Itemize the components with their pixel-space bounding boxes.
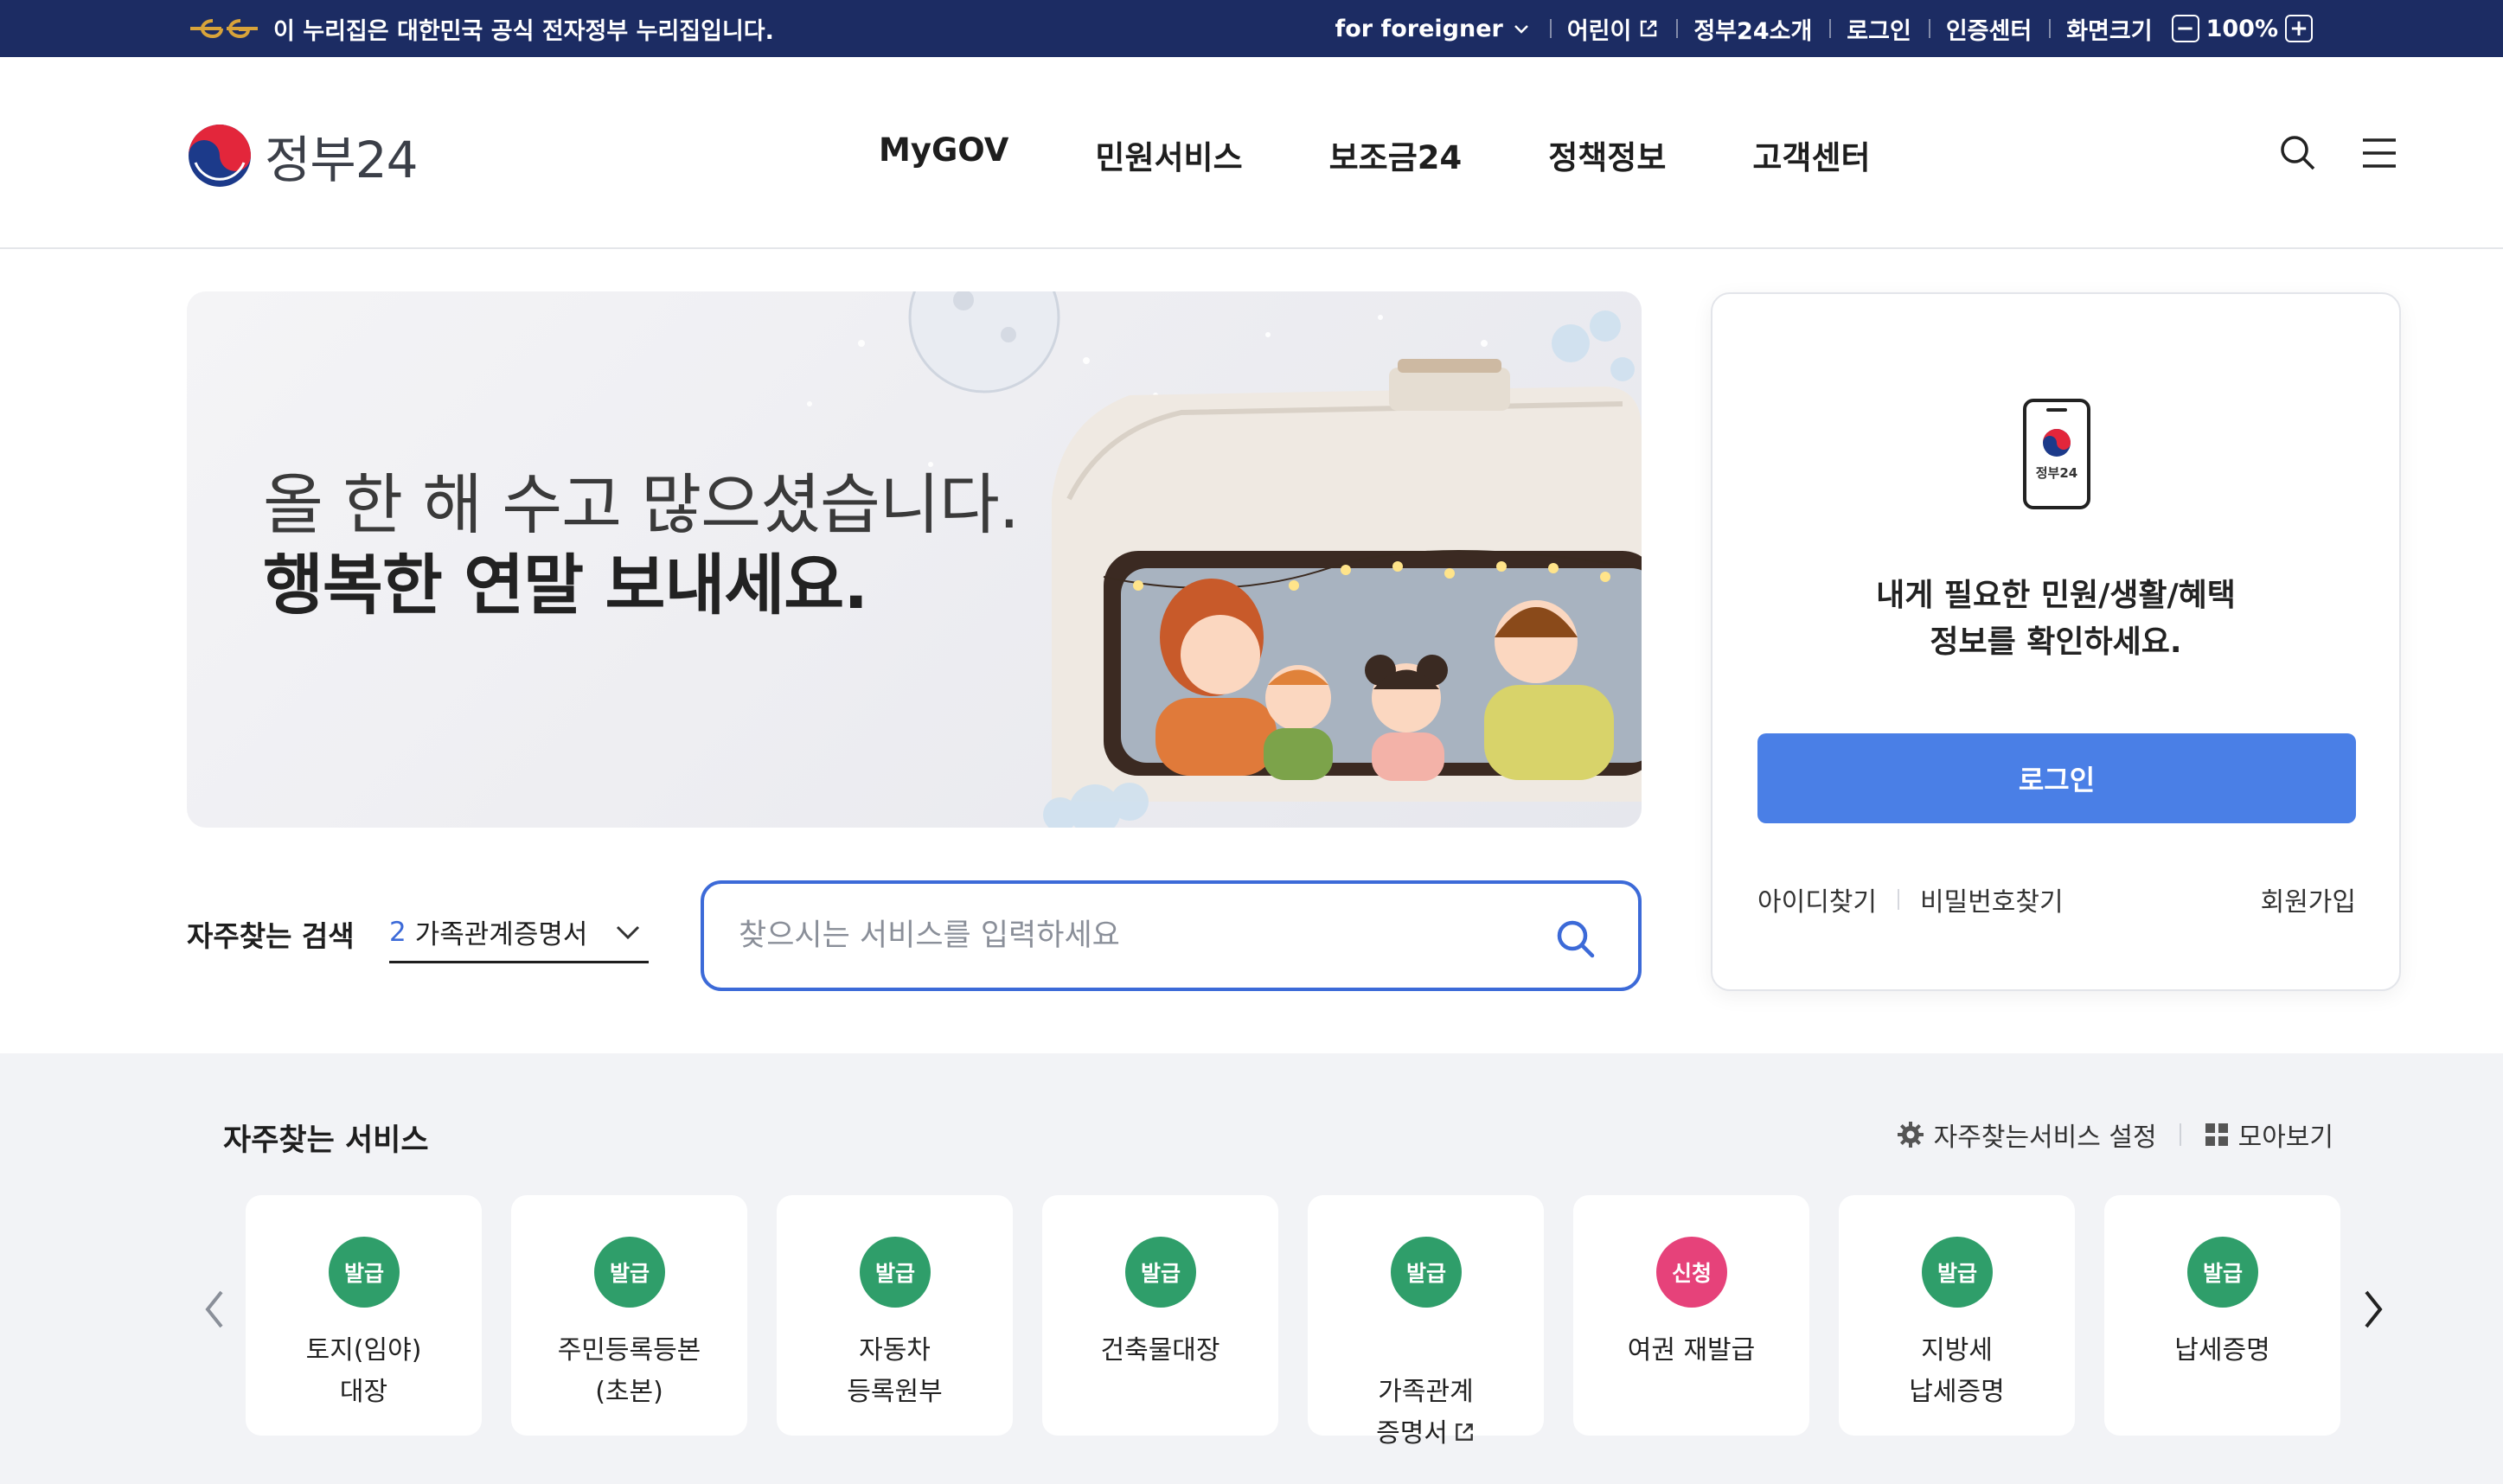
service-label: 주민등록등본 (초본) [557, 1335, 701, 1407]
hero-banner[interactable]: 올 한 해 수고 많으셨습니다. 행복한 연말 보내세요. [187, 291, 1642, 828]
chevron-right-icon [2365, 1290, 2383, 1328]
service-card[interactable]: 발급 지방세 납세증명 [1839, 1195, 2075, 1436]
screen-size-control: 화면크기 − 100% + [2049, 12, 2313, 46]
service-card[interactable]: 발급 주민등록등본 (초본) [511, 1195, 747, 1436]
service-label: 납세증명 [2174, 1335, 2270, 1366]
service-badge: 신청 [1656, 1237, 1727, 1308]
egov-logo-icon [190, 19, 258, 39]
service-card[interactable]: 발급 건축물대장 [1042, 1195, 1278, 1436]
nav-customer-center[interactable]: 고객센터 [1752, 131, 1870, 178]
login-message: 내게 필요한 민원/생활/혜택 정보를 확인하세요. [1712, 572, 2399, 666]
grid-icon [2205, 1123, 2228, 1146]
service-label: 지방세 납세증명 [1909, 1335, 2005, 1407]
service-label: 건축물대장 [1100, 1335, 1220, 1366]
divider [2179, 1123, 2181, 1146]
nav-subsidy24[interactable]: 보조금24 [1329, 131, 1463, 178]
header-search-button[interactable] [2275, 130, 2321, 176]
site-header: 정부24 MyGOV 민원서비스 보조금24 정책정보 고객센터 [0, 57, 2503, 249]
service-badge: 발급 [1391, 1237, 1462, 1308]
service-card-list: 발급 토지(임야) 대장 발급 주민등록등본 (초본) 발급 자동차 등록원부 … [246, 1195, 2340, 1449]
kids-label: 어린이 [1566, 17, 1632, 45]
screen-size-label: 화면크기 [2066, 17, 2153, 45]
about-gov24-link[interactable]: 정부24소개 [1676, 12, 1829, 46]
gov24-logo[interactable]: 정부24 [187, 119, 419, 192]
zoom-value: 100% [2205, 15, 2278, 42]
nav-policy-info[interactable]: 정책정보 [1548, 131, 1666, 178]
service-badge: 발급 [329, 1237, 400, 1308]
top-login-label: 로그인 [1847, 17, 1911, 45]
cert-center-label: 인증센터 [1945, 17, 2032, 45]
view-all-label: 모아보기 [2237, 1123, 2333, 1153]
service-label-wrap: 가족관계 증명서 [1308, 1330, 1544, 1455]
cert-center-link[interactable]: 인증센터 [1928, 12, 2049, 46]
settings-label: 자주찾는서비스 설정 [1933, 1123, 2157, 1153]
login-button[interactable]: 로그인 [1757, 733, 2356, 823]
signup-link[interactable]: 회원가입 [2261, 880, 2356, 918]
for-foreigner-link[interactable]: for foreigner [1317, 16, 1549, 42]
service-label: 자동차 등록원부 [847, 1335, 943, 1407]
find-id-link[interactable]: 아이디찾기 [1757, 880, 1877, 918]
frequent-services-section: 자주찾는 서비스 자주찾는서비스 설정 모아보기 발급 토지(임야) 대장 발급… [0, 1053, 2503, 1484]
service-search-box [701, 880, 1642, 991]
service-card[interactable]: 발급 납세증명 [2104, 1195, 2340, 1436]
service-card[interactable]: 발급 토지(임야) 대장 [246, 1195, 482, 1436]
phone-label: 정부24 [2036, 465, 2077, 481]
login-card: 정부24 내게 필요한 민원/생활/혜택 정보를 확인하세요. 로그인 아이디찾… [1711, 292, 2401, 991]
hamburger-menu-icon [2363, 138, 2396, 168]
service-badge: 발급 [1922, 1237, 1993, 1308]
chevron-left-icon [205, 1290, 223, 1328]
zoom-out-button[interactable]: − [2171, 15, 2199, 42]
kids-link[interactable]: 어린이 [1549, 12, 1677, 46]
search-submit-button[interactable] [1552, 915, 1600, 963]
gov-notice-text: 이 누리집은 대한민국 공식 전자정부 누리집입니다. [273, 17, 774, 45]
phone-app-icon: 정부24 [2023, 399, 2090, 509]
about-gov24-label: 정부24소개 [1693, 17, 1813, 45]
service-card[interactable]: 신청 여권 재발급 [1573, 1195, 1809, 1436]
top-login-link[interactable]: 로그인 [1829, 12, 1929, 46]
service-card[interactable]: 발급 자동차 등록원부 [777, 1195, 1013, 1436]
main-nav: MyGOV 민원서비스 보조금24 정책정보 고객센터 [879, 131, 1871, 178]
find-password-link[interactable]: 비밀번호찾기 [1920, 880, 2064, 918]
search-icon [1557, 920, 1595, 958]
service-badge: 발급 [2187, 1237, 2258, 1308]
divider [1898, 889, 1899, 910]
carousel-next-button[interactable] [2347, 1275, 2399, 1344]
service-label: 토지(임야) 대장 [305, 1335, 422, 1407]
for-foreigner-label: for foreigner [1335, 15, 1503, 42]
utility-menu: for foreigner 어린이 정부24소개 로그인 인증센터 화면크기 −… [1317, 0, 2313, 57]
search-input[interactable] [739, 910, 1517, 962]
nav-civil-services[interactable]: 민원서비스 [1095, 131, 1242, 178]
taegeuk-logo-icon [189, 125, 251, 187]
service-label: 여권 재발급 [1627, 1335, 1756, 1366]
header-menu-button[interactable] [2356, 130, 2403, 176]
gear-icon [1897, 1122, 1924, 1148]
zoom-in-button[interactable]: + [2285, 15, 2313, 42]
login-message-line-1: 내게 필요한 민원/생활/혜택 [1876, 578, 2236, 613]
account-links: 아이디찾기 비밀번호찾기 회원가입 [1757, 880, 2356, 918]
frequent-services-settings-button[interactable]: 자주찾는서비스 설정 [1896, 1116, 2157, 1154]
service-badge: 발급 [1125, 1237, 1196, 1308]
chevron-down-icon [616, 925, 640, 940]
search-icon [2281, 136, 2315, 170]
logo-text: 정부24 [265, 131, 419, 189]
frequent-services-tools: 자주찾는서비스 설정 모아보기 [1896, 1116, 2333, 1154]
gov-notice-bar: 이 누리집은 대한민국 공식 전자정부 누리집입니다. for foreigne… [0, 0, 2503, 57]
service-badge: 발급 [594, 1237, 665, 1308]
frequent-search-label: 자주찾는 검색 [187, 919, 355, 953]
frequent-search-select[interactable]: 2 가족관계증명서 [389, 903, 649, 963]
view-all-button[interactable]: 모아보기 [2204, 1116, 2333, 1154]
external-link-icon [1641, 20, 1657, 37]
frequent-services-title: 자주찾는 서비스 [223, 1123, 429, 1158]
frequent-search-rank: 2 [389, 916, 406, 948]
frequent-search-term: 가족관계증명서 [414, 919, 588, 950]
carousel-prev-button[interactable] [189, 1275, 240, 1344]
external-link-icon [1456, 1423, 1473, 1441]
service-badge: 발급 [860, 1237, 931, 1308]
login-message-line-2: 정보를 확인하세요. [1930, 624, 2182, 660]
service-card[interactable]: 발급 가족관계 증명서 [1308, 1195, 1544, 1449]
nav-mygov[interactable]: MyGOV [879, 131, 1008, 178]
chevron-down-icon [1514, 25, 1528, 34]
hero-line-2: 행복한 연말 보내세요. [263, 547, 868, 624]
gov-notice: 이 누리집은 대한민국 공식 전자정부 누리집입니다. [187, 0, 774, 57]
